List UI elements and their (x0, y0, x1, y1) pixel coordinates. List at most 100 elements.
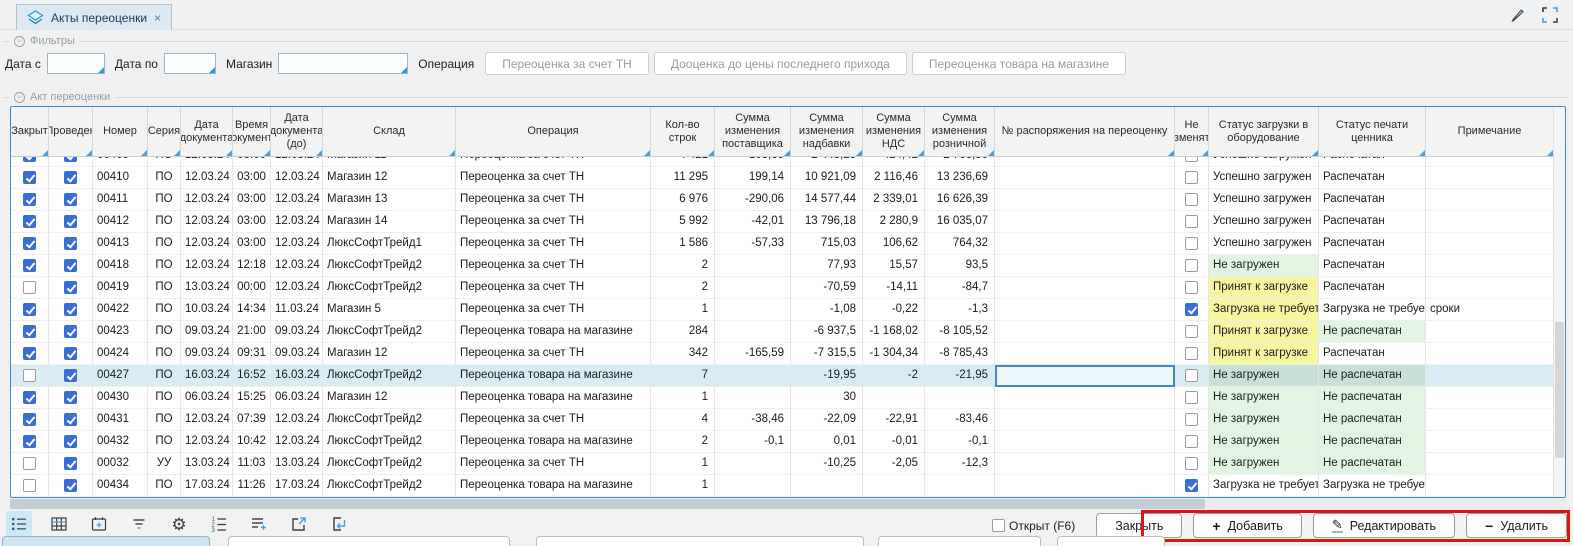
posted-cell[interactable] (49, 453, 93, 475)
table-row[interactable]: 00411ПО12.03.2403:0012.03.24Магазин 13Пе… (11, 189, 1553, 211)
no-change-cell[interactable] (1175, 255, 1209, 277)
table-row[interactable]: 00427ПО16.03.2416:5216.03.24ЛюксСофтТрей… (11, 365, 1553, 387)
table-row[interactable]: 00431ПО12.03.2407:3912.03.24ЛюксСофтТрей… (11, 409, 1553, 431)
closed-cell[interactable] (11, 387, 49, 409)
no-change-checkbox[interactable] (1185, 237, 1198, 250)
add-button[interactable]: + Добавить (1193, 513, 1301, 538)
closed-cell[interactable] (11, 167, 49, 189)
table-row[interactable]: 00430ПО06.03.2415:2506.03.24Магазин 12Пе… (11, 387, 1553, 409)
posted-cell[interactable] (49, 431, 93, 453)
posted-checkbox[interactable] (64, 325, 77, 338)
posted-cell[interactable] (49, 211, 93, 233)
date-from-input[interactable] (47, 53, 105, 74)
settings-icon[interactable]: ⚙ (166, 511, 192, 537)
operation-option-store-button[interactable]: Переоценка товара на магазине (912, 52, 1126, 75)
no-change-checkbox[interactable] (1185, 193, 1198, 206)
posted-checkbox[interactable] (64, 237, 77, 250)
closed-checkbox[interactable] (23, 457, 36, 470)
posted-checkbox[interactable] (64, 281, 77, 294)
posted-cell[interactable] (49, 387, 93, 409)
no-change-cell[interactable] (1175, 431, 1209, 453)
no-change-cell[interactable] (1175, 157, 1209, 167)
horizontal-scrollbar[interactable] (10, 499, 1566, 509)
closed-checkbox[interactable] (23, 347, 36, 360)
table-row[interactable]: 00410ПО12.03.2403:0012.03.24Магазин 12Пе… (11, 167, 1553, 189)
col-header-number[interactable]: Номер (93, 107, 148, 156)
grid-view-icon[interactable] (46, 511, 72, 537)
list-view-icon[interactable] (6, 511, 32, 537)
col-header-no-change[interactable]: Не изменять (1175, 107, 1209, 156)
no-change-cell[interactable] (1175, 299, 1209, 321)
no-change-cell[interactable] (1175, 189, 1209, 211)
posted-cell[interactable] (49, 189, 93, 211)
closed-cell[interactable] (11, 233, 49, 255)
posted-checkbox[interactable] (64, 157, 77, 162)
posted-checkbox[interactable] (64, 193, 77, 206)
add-row-icon[interactable] (246, 511, 272, 537)
no-change-cell[interactable] (1175, 321, 1209, 343)
col-header-doc-date-to[interactable]: Дата документа (до) (271, 107, 323, 156)
col-header-order-no[interactable]: № распоряжения на переоценку (995, 107, 1175, 156)
closed-checkbox[interactable] (23, 479, 36, 492)
posted-checkbox[interactable] (64, 391, 77, 404)
posted-checkbox[interactable] (64, 347, 77, 360)
vertical-scrollbar-thumb[interactable] (1555, 322, 1564, 459)
closed-cell[interactable] (11, 255, 49, 277)
table-row[interactable]: 00434ПО17.03.2411:2617.03.24ЛюксСофтТрей… (11, 475, 1553, 497)
closed-cell[interactable] (11, 277, 49, 299)
posted-checkbox[interactable] (64, 457, 77, 470)
filter-icon[interactable] (126, 511, 152, 537)
closed-checkbox[interactable] (23, 435, 36, 448)
no-change-cell[interactable] (1175, 167, 1209, 189)
no-change-cell[interactable] (1175, 475, 1209, 497)
posted-cell[interactable] (49, 409, 93, 431)
closed-checkbox[interactable] (23, 193, 36, 206)
posted-cell[interactable] (49, 157, 93, 167)
table-row[interactable]: 00413ПО12.03.2403:0012.03.24ЛюксСофтТрей… (11, 233, 1553, 255)
table-row[interactable]: 00418ПО12.03.2412:1812.03.24ЛюксСофтТрей… (11, 255, 1553, 277)
col-header-doc-date[interactable]: Дата документа (181, 107, 233, 156)
col-header-series[interactable]: Серия (148, 107, 181, 156)
col-header-sum-vat[interactable]: Сумма изменения НДС (863, 107, 925, 156)
no-change-checkbox[interactable] (1185, 171, 1198, 184)
closed-cell[interactable] (11, 157, 49, 167)
closed-checkbox[interactable] (23, 237, 36, 250)
no-change-checkbox[interactable] (1185, 347, 1198, 360)
edit-button[interactable]: ✎ Редактировать (1313, 513, 1455, 538)
posted-checkbox[interactable] (64, 479, 77, 492)
collapse-icon[interactable]: − (14, 92, 25, 103)
col-header-sum-supplier[interactable]: Сумма изменения поставщика (715, 107, 791, 156)
posted-cell[interactable] (49, 321, 93, 343)
no-change-cell[interactable] (1175, 343, 1209, 365)
posted-cell[interactable] (49, 475, 93, 497)
no-change-cell[interactable] (1175, 409, 1209, 431)
closed-cell[interactable] (11, 409, 49, 431)
closed-checkbox[interactable] (23, 171, 36, 184)
numbered-list-icon[interactable]: 1 2 3 (206, 511, 232, 537)
posted-cell[interactable] (49, 167, 93, 189)
posted-cell[interactable] (49, 255, 93, 277)
no-change-checkbox[interactable] (1185, 281, 1198, 294)
no-change-checkbox[interactable] (1185, 215, 1198, 228)
no-change-cell[interactable] (1175, 233, 1209, 255)
no-change-cell[interactable] (1175, 277, 1209, 299)
closed-cell[interactable] (11, 343, 49, 365)
open-external-icon[interactable] (286, 511, 312, 537)
col-header-sum-retail[interactable]: Сумма изменения розничной (925, 107, 995, 156)
closed-checkbox[interactable] (23, 281, 36, 294)
fullscreen-icon[interactable] (1541, 6, 1559, 24)
no-change-checkbox[interactable] (1185, 303, 1198, 316)
col-header-sum-markup[interactable]: Сумма изменения надбавки (791, 107, 863, 156)
closed-cell[interactable] (11, 475, 49, 497)
closed-checkbox[interactable] (23, 369, 36, 382)
open-f6-checkbox[interactable]: Открыт (F6) (992, 519, 1075, 533)
no-change-checkbox[interactable] (1185, 391, 1198, 404)
posted-cell[interactable] (49, 299, 93, 321)
collapse-icon[interactable]: − (14, 36, 25, 47)
table-row[interactable]: 00424ПО09.03.2409:3109.03.24Магазин 12Пе… (11, 343, 1553, 365)
vertical-scrollbar[interactable] (1553, 107, 1565, 497)
horizontal-scrollbar-thumb[interactable] (10, 499, 1205, 509)
date-to-input[interactable] (164, 53, 216, 74)
table-row[interactable]: 00423ПО09.03.2421:0009.03.24ЛюксСофтТрей… (11, 321, 1553, 343)
closed-checkbox[interactable] (23, 303, 36, 316)
